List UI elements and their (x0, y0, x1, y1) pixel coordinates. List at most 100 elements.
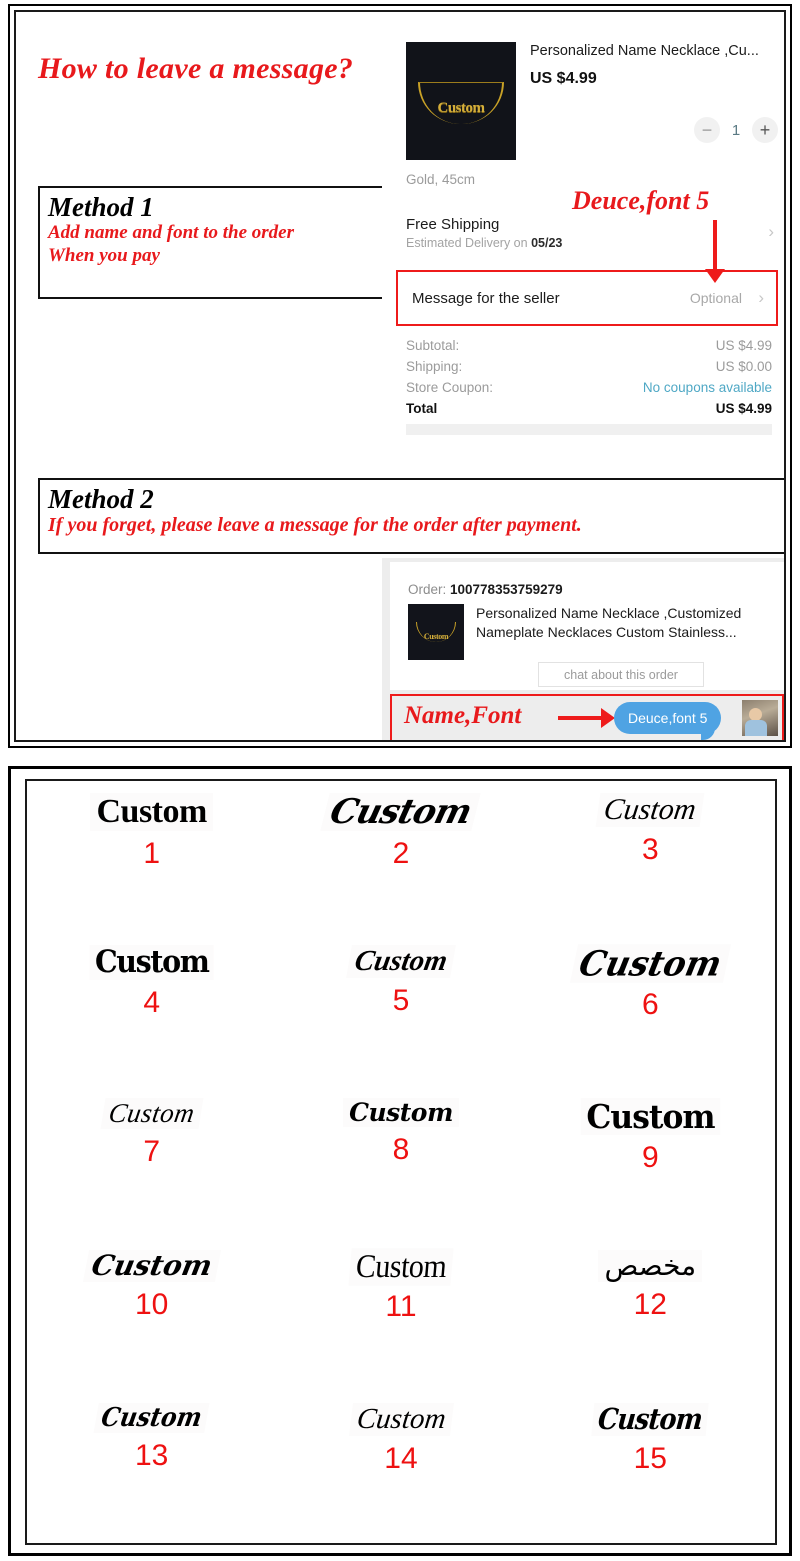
message-for-seller-value: Optional (689, 290, 742, 306)
font-sample-text: Custom (90, 793, 213, 831)
font-sample-text: Custom (320, 792, 482, 832)
necklace-plate-text: Custom (437, 100, 485, 116)
chevron-right-icon: › (768, 222, 774, 241)
summary-value: US $4.99 (715, 401, 772, 416)
order-card: Order: 100778353759279 Custom Personaliz… (390, 562, 784, 690)
summary-key: Subtotal: (406, 338, 460, 353)
font-sample-cell[interactable]: Custom 14 (276, 1391, 525, 1543)
font-sample-number: 4 (143, 986, 160, 1020)
store-coupon-link[interactable]: No coupons available (643, 380, 772, 395)
avatar-body (745, 720, 767, 736)
order-product-thumbnail: Custom (408, 604, 464, 660)
order-summary: Subtotal: US $4.99 Shipping: US $0.00 St… (406, 338, 772, 435)
font-sample-text: Custom (93, 1402, 210, 1433)
annotation-deuce-font-5: Deuce,font 5 (572, 186, 710, 215)
font-sample-number: 6 (641, 988, 659, 1022)
shipping-row[interactable]: Free Shipping Estimated Delivery on 05/2… (406, 216, 780, 250)
necklace-plate-text: Custom (423, 632, 449, 641)
checkout-screenshot: Custom Personalized Name Necklace ,Cu...… (382, 20, 784, 448)
shipping-estimate-prefix: Estimated Delivery on (406, 236, 532, 250)
font-sample-cell[interactable]: Custom 10 (27, 1238, 276, 1390)
message-for-seller-label: Message for the seller (412, 289, 560, 307)
font-sample-cell[interactable]: Custom 2 (276, 781, 525, 933)
quantity-decrease-button[interactable]: − (694, 117, 720, 143)
font-sample-cell[interactable]: Custom 5 (276, 933, 525, 1085)
font-sample-text: Custom (348, 1402, 454, 1436)
method-1-line-2: When you pay (48, 244, 160, 266)
instructions-panel-inner: How to leave a message? Method 1 Add nam… (14, 10, 786, 742)
page-title: How to leave a message? (38, 52, 354, 85)
product-variant: Gold, 45cm (406, 172, 476, 187)
product-thumbnail: Custom (406, 42, 516, 160)
font-sample-text: Custom (596, 793, 705, 827)
shipping-title: Free Shipping (406, 216, 500, 233)
method-1-title: Method 1 (48, 192, 154, 222)
method-2-title: Method 2 (48, 484, 154, 514)
font-sample-text: Custom (343, 1097, 459, 1127)
font-sample-text: Custom (348, 1248, 454, 1286)
summary-row: Subtotal: US $4.99 (406, 338, 772, 353)
summary-row-total: Total US $4.99 (406, 401, 772, 416)
font-sample-cell[interactable]: Custom 13 (27, 1391, 276, 1543)
font-sample-cell[interactable]: Custom 8 (276, 1086, 525, 1238)
order-label: Order: (408, 582, 451, 597)
order-number-line: Order: 100778353759279 (408, 582, 563, 597)
font-sample-number: 10 (134, 1288, 169, 1322)
annotation-arrow-right-icon (558, 708, 615, 728)
quantity-increase-button[interactable]: + (752, 117, 778, 143)
chevron-right-icon: › (758, 288, 764, 307)
font-samples-grid: Custom 1 Custom 2 Custom 3 Custom 4 Cust… (27, 781, 775, 1543)
font-samples-panel-inner: Custom 1 Custom 2 Custom 3 Custom 4 Cust… (25, 779, 777, 1545)
instructions-panel: How to leave a message? Method 1 Add nam… (8, 4, 792, 748)
summary-row: Store Coupon: No coupons available (406, 380, 772, 395)
font-sample-number: 14 (384, 1441, 418, 1475)
font-sample-text: Custom (346, 945, 456, 979)
chat-bubble-outgoing: Deuce,font 5 (614, 702, 722, 740)
font-sample-cell[interactable]: Custom 6 (526, 933, 775, 1085)
summary-row: Shipping: US $0.00 (406, 359, 772, 374)
summary-divider (406, 424, 772, 435)
chat-screenshot: Order: 100778353759279 Custom Personaliz… (382, 558, 784, 740)
font-sample-cell[interactable]: Custom 1 (27, 781, 276, 933)
shipping-estimate-date: 05/23 (531, 236, 563, 250)
summary-key: Total (406, 401, 438, 416)
quantity-value: 1 (731, 121, 741, 139)
font-sample-cell[interactable]: مخصص 12 (526, 1238, 775, 1390)
font-sample-cell[interactable]: Custom 15 (526, 1391, 775, 1543)
order-number: 100778353759279 (450, 582, 563, 597)
quantity-stepper[interactable]: − 1 + (694, 117, 778, 143)
font-sample-number: 2 (392, 837, 410, 870)
method-1-line-1: Add name and font to the order (48, 222, 294, 244)
avatar (742, 700, 778, 736)
font-sample-cell[interactable]: Custom 11 (276, 1238, 525, 1390)
font-sample-text: Custom (100, 1097, 203, 1129)
font-sample-text: Custom (580, 1097, 721, 1135)
font-sample-text: مخصص (598, 1250, 703, 1283)
font-sample-number: 15 (633, 1441, 667, 1475)
font-samples-panel: Custom 1 Custom 2 Custom 3 Custom 4 Cust… (8, 766, 792, 1556)
font-sample-text: Custom (82, 1249, 221, 1283)
chat-about-this-order-button[interactable]: chat about this order (538, 662, 704, 687)
product-price: US $4.99 (530, 70, 597, 87)
font-sample-number: 1 (143, 837, 160, 870)
font-sample-text: Custom (591, 1402, 710, 1436)
font-sample-number: 5 (392, 984, 410, 1018)
font-sample-number: 12 (633, 1288, 667, 1322)
font-sample-number: 7 (143, 1134, 160, 1168)
font-sample-number: 11 (385, 1290, 417, 1324)
annotation-name-font: Name,Font (404, 702, 522, 729)
font-sample-cell[interactable]: Custom 4 (27, 933, 276, 1085)
summary-value: US $0.00 (715, 359, 772, 374)
method-2-box: Method 2 If you forget, please leave a m… (38, 478, 784, 554)
font-sample-text: Custom (569, 943, 731, 984)
font-sample-cell[interactable]: Custom 3 (526, 781, 775, 933)
font-sample-cell[interactable]: Custom 7 (27, 1086, 276, 1238)
method-1-box: Method 1 Add name and font to the order … (38, 186, 386, 299)
summary-key: Store Coupon: (406, 380, 494, 395)
summary-key: Shipping: (406, 359, 463, 374)
annotation-arrow-down-icon (705, 220, 725, 283)
font-sample-cell[interactable]: Custom 9 (526, 1086, 775, 1238)
font-sample-number: 13 (134, 1438, 169, 1472)
font-sample-number: 8 (392, 1132, 410, 1166)
product-title: Personalized Name Necklace ,Cu... (530, 43, 759, 59)
